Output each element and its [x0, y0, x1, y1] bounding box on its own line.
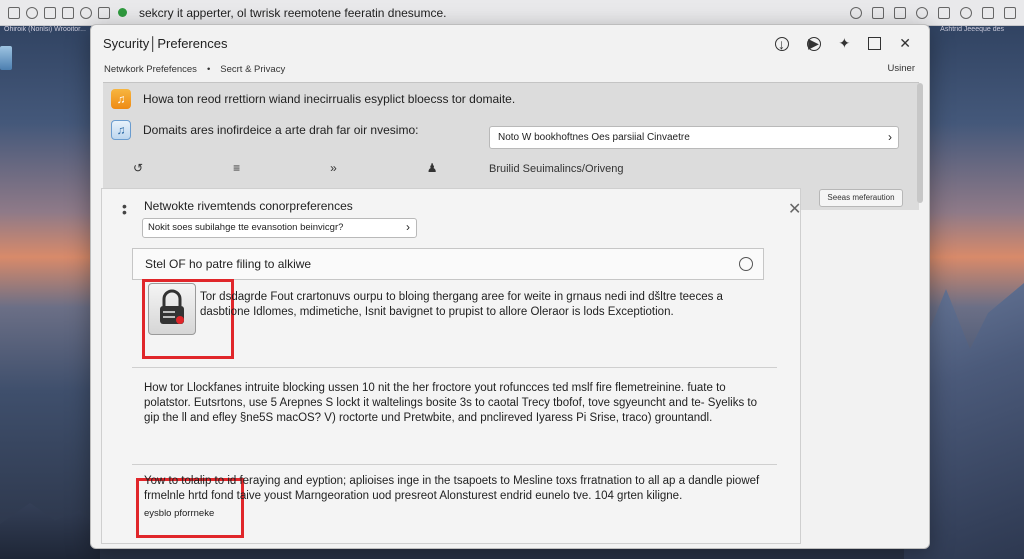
breadcrumb: Netwkork Prefefences • Secrt & Privacy	[104, 64, 285, 75]
setting-row-finder[interactable]: ♫ Domaits ares inofirdeice a arte drah f…	[111, 120, 418, 140]
fullscreen-icon[interactable]	[868, 37, 882, 50]
finder-app-icon: ♫	[111, 120, 131, 140]
extensions-puzzle-icon[interactable]: ✦	[839, 35, 851, 52]
network-preferences-card: • • Netwokte rivemtends conorpreferences …	[101, 188, 801, 544]
refresh-icon[interactable]	[850, 6, 862, 19]
setting-row-finder-label: Domaits ares inofirdeice a arte drah far…	[143, 123, 419, 137]
fast-forward-icon[interactable]: »	[330, 161, 337, 175]
card-title: Netwokte rivemtends conorpreferences	[144, 199, 353, 213]
toggle-description: Yow to tolalip to id feraying and eyptio…	[144, 475, 760, 502]
more-options-icon[interactable]: • •	[122, 199, 127, 219]
chevron-right-icon: ›	[888, 130, 892, 144]
undo-icon[interactable]: ↺	[133, 161, 143, 175]
preferences-window: Sycurity│Preferences ↓ ▶ ✦ ✕ Netwkork Pr…	[90, 24, 930, 549]
window-close-icon[interactable]: ✕	[899, 35, 911, 52]
user-label[interactable]: Usiner	[888, 63, 915, 74]
vertical-scrollbar[interactable]	[917, 83, 923, 203]
share-icon[interactable]	[894, 6, 906, 19]
secure-indicator-icon	[118, 8, 127, 17]
url-text[interactable]: sekcry it apperter, ol twrisk reemotene …	[139, 6, 446, 20]
blocking-description: How tor Llockfanes intruite blocking uss…	[144, 382, 758, 424]
window-icon[interactable]	[8, 6, 20, 19]
close-icon[interactable]	[1004, 6, 1016, 19]
build-settings-label: Bruilid Seuimalincs/Oriveng	[489, 163, 624, 175]
desktop-label-right: Ashtrid Jeeeque des	[940, 26, 1004, 33]
download-icon[interactable]: ↓	[774, 36, 789, 52]
domain-select[interactable]: Noto W bookhoftnes Oes parsiial Cinvaetr…	[489, 126, 899, 149]
breadcrumb-item-network[interactable]: Netwkork Prefefences	[104, 64, 197, 75]
browser-toolbar: sekcry it apperter, ol twrisk reemotene …	[0, 0, 1024, 26]
desktop-wallpaper-hills	[0, 503, 100, 559]
toggle-description-tail: eysblo pforrneke	[144, 508, 215, 519]
block-option-radio[interactable]	[739, 257, 753, 271]
setting-row-music[interactable]: ♫ Howa ton reod rrettiorn wiand inecirru…	[111, 89, 515, 109]
divider	[132, 464, 777, 465]
lock-description: Tor dsdagrde Fout crartonuvs ourpu to bl…	[200, 291, 723, 318]
settings-icon[interactable]	[26, 6, 38, 19]
block-option-label: Stel OF ho patre filing to alkiwe	[145, 257, 312, 271]
downloads-icon[interactable]	[982, 6, 994, 19]
breadcrumb-separator: •	[206, 64, 211, 75]
power-icon[interactable]	[960, 6, 972, 19]
star-icon[interactable]	[62, 6, 74, 19]
play-icon[interactable]: ▶	[806, 35, 821, 51]
card-select-value: Nokit soes subilahge tte evansotion bein…	[148, 222, 344, 233]
equals-icon[interactable]: ≡	[233, 161, 240, 175]
divider	[132, 367, 777, 368]
block-option-row[interactable]: Stel OF ho patre filing to alkiwe	[132, 248, 764, 280]
person-icon[interactable]: ♟	[427, 161, 438, 175]
info-icon[interactable]	[80, 6, 92, 19]
chevron-right-icon: ›	[406, 220, 410, 234]
domain-select-value: Noto W bookhoftnes Oes parsiial Cinvaetr…	[498, 132, 690, 143]
setting-row-music-label: Howa ton reod rrettiorn wiand inecirrual…	[143, 92, 516, 106]
breadcrumb-item-security[interactable]: Secrt & Privacy	[220, 64, 285, 75]
bookmark-icon[interactable]	[872, 6, 884, 19]
toolbar-right-icons	[850, 6, 1016, 19]
grid-icon[interactable]	[44, 6, 56, 19]
card-close-icon[interactable]: ✕	[788, 199, 801, 219]
window-title: Sycurity│Preferences	[103, 36, 228, 51]
desktop-label-left: Ohiroik (Nonlsi) Wrooitor...	[4, 26, 86, 33]
window-controls: ↓ ▶ ✦ ✕	[774, 35, 911, 52]
desktop-app-icon[interactable]	[0, 46, 12, 70]
card-select[interactable]: Nokit soes subilahge tte evansotion bein…	[142, 218, 417, 238]
mail-icon[interactable]	[98, 6, 110, 19]
extensions-icon[interactable]	[938, 6, 950, 19]
toolbar-icon-row: ↺ ≡ » ♟	[133, 161, 438, 175]
history-icon[interactable]	[916, 6, 928, 19]
side-settings-button[interactable]: Seeas meferaution	[819, 189, 903, 207]
music-app-icon: ♫	[111, 89, 131, 109]
